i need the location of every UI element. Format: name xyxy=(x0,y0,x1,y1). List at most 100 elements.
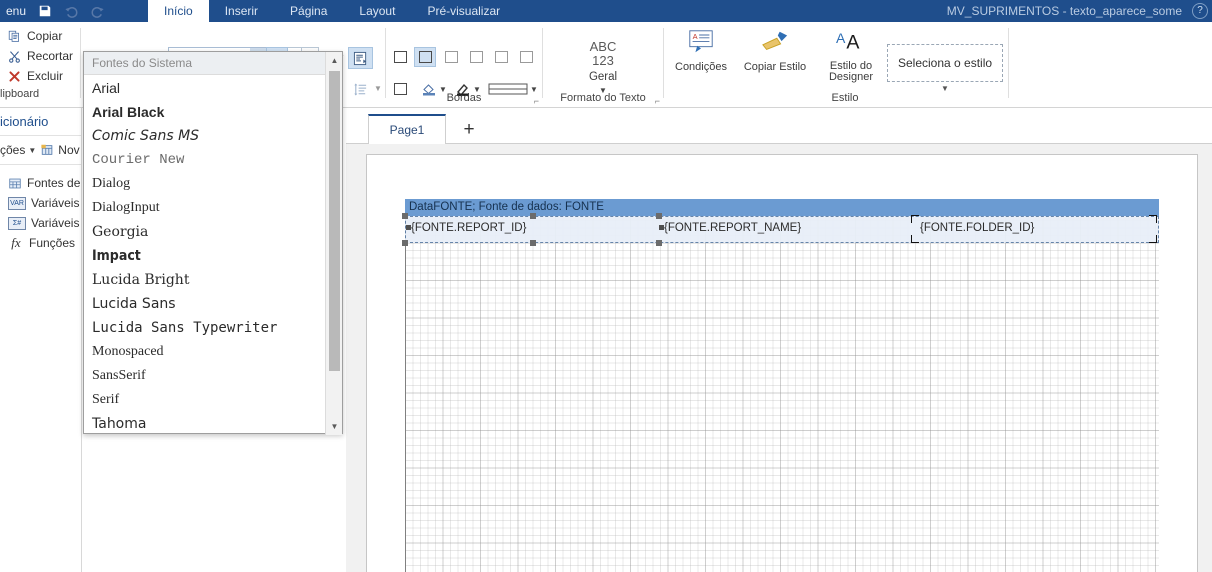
group-separator xyxy=(663,28,664,98)
selection-handle[interactable] xyxy=(402,240,408,246)
font-option[interactable]: Monospaced xyxy=(84,340,327,364)
selection-corner[interactable] xyxy=(911,215,919,223)
border-none-icon[interactable] xyxy=(515,47,537,67)
line-spacing-icon[interactable] xyxy=(348,78,373,100)
save-icon[interactable] xyxy=(32,0,58,22)
actions-dropdown-arrow[interactable]: ▼ xyxy=(28,146,36,155)
copy-icon xyxy=(6,28,22,44)
menu-button[interactable]: enu xyxy=(0,0,32,22)
font-option[interactable]: Lucida Sans xyxy=(84,292,327,316)
conditions-icon: A xyxy=(686,30,716,59)
chevron-down-icon[interactable]: ▼ xyxy=(326,418,343,435)
selection-handle[interactable] xyxy=(656,240,662,246)
format-name[interactable]: Geral xyxy=(544,70,662,84)
panel-item-label: Funções xyxy=(29,236,76,250)
font-option[interactable]: Courier New xyxy=(84,148,327,172)
font-option[interactable]: Georgia xyxy=(84,220,327,244)
add-page-button[interactable]: + xyxy=(458,118,480,140)
font-option[interactable]: Arial Black xyxy=(84,100,327,124)
text-field-report-id[interactable]: {FONTE.REPORT_ID} xyxy=(411,222,526,234)
report-page[interactable]: DataFONTE; Fonte de dados: FONTE {FONTE.… xyxy=(366,154,1198,572)
font-option[interactable]: Impact xyxy=(84,244,327,268)
font-option[interactable]: Comic Sans MS xyxy=(84,124,327,148)
ribbon-group-clipboard: Copiar Recortar Excluir lipboard xyxy=(0,22,80,108)
line-spacing-dropdown-arrow[interactable]: ▼ xyxy=(374,84,382,93)
font-dropdown-popup[interactable]: Fontes do Sistema Arial Arial Black Comic … xyxy=(83,51,343,435)
design-grid-coarse xyxy=(405,205,1159,572)
selection-handle[interactable] xyxy=(659,225,664,230)
chevron-up-icon[interactable]: ▲ xyxy=(326,52,343,69)
ribbon-group-style: A Condições Copiar Estilo AA Estilo do D… xyxy=(665,22,1010,108)
panel-item-funcoes[interactable]: fx Funções xyxy=(0,233,81,253)
font-option[interactable]: Dialog xyxy=(84,172,327,196)
group-separator xyxy=(542,28,543,98)
delete-button[interactable]: Excluir xyxy=(2,66,73,86)
ribbon-group-borders: ▼ ▼ ▼ Bordas ⌐ xyxy=(387,22,541,108)
selection-handle[interactable] xyxy=(402,213,408,219)
designer-style-button[interactable]: AA Estilo do Designer xyxy=(815,28,887,83)
tab-pagina[interactable]: Página xyxy=(274,0,343,22)
tab-pre-visualizar[interactable]: Pré-visualizar xyxy=(411,0,516,22)
conditions-button[interactable]: A Condições xyxy=(665,28,737,73)
ribbon-group-textformat: ABC 123 Geral ▼ Formato do Texto ⌐ xyxy=(544,22,662,108)
font-option[interactable]: SansSerif xyxy=(84,364,327,388)
style-group-label: Estilo xyxy=(831,92,859,104)
selection-corner[interactable] xyxy=(911,235,919,243)
redo-icon[interactable] xyxy=(84,0,110,22)
border-outline-icon[interactable] xyxy=(414,47,436,67)
font-option[interactable]: Lucida Sans Typewriter xyxy=(84,316,327,340)
panel-item-variaveis-de-sistema[interactable]: Σ# Variáveis de xyxy=(0,213,81,233)
designer-style-label: Estilo do Designer xyxy=(828,60,874,83)
tab-layout[interactable]: Layout xyxy=(343,0,411,22)
selection-handle[interactable] xyxy=(530,213,536,219)
help-icon[interactable]: ? xyxy=(1192,3,1208,19)
font-option[interactable]: Serif xyxy=(84,388,327,412)
panel-item-variaveis[interactable]: VAR Variáveis xyxy=(0,193,81,213)
panel-item-label: Variáveis de xyxy=(31,216,81,230)
new-item-label[interactable]: Nov xyxy=(58,143,79,157)
style-picker[interactable]: Seleciona o estilo xyxy=(887,44,1003,82)
panel-divider xyxy=(0,135,81,136)
font-option[interactable]: Lucida Bright xyxy=(84,268,327,292)
font-dropdown-list[interactable]: Arial Arial Black Comic Sans MS Courier New… xyxy=(84,76,327,434)
title-bar: enu Início Inserir Página Layout Pré-vis… xyxy=(0,0,1212,22)
text-wrap-icon[interactable] xyxy=(348,47,373,69)
selection-corner[interactable] xyxy=(1149,235,1157,243)
dictionary-panel: icionário ções ▼ Nov Fontes de D VAR Var… xyxy=(0,108,82,572)
border-middle-icon[interactable] xyxy=(465,47,487,67)
scrollbar-thumb[interactable] xyxy=(329,71,340,371)
border-top-icon[interactable] xyxy=(440,47,462,67)
text-field-folder-id[interactable]: {FONTE.FOLDER_ID} xyxy=(920,222,1034,234)
font-dropdown-scrollbar[interactable]: ▲ ▼ xyxy=(325,52,342,435)
cut-button[interactable]: Recortar xyxy=(2,46,73,66)
tab-inserir[interactable]: Inserir xyxy=(209,0,274,22)
undo-icon[interactable] xyxy=(58,0,84,22)
data-band[interactable]: DataFONTE; Fonte de dados: FONTE {FONTE.… xyxy=(402,199,1159,246)
clipboard-group-label: lipboard xyxy=(0,88,40,100)
text-field-report-name[interactable]: {FONTE.REPORT_NAME} xyxy=(664,222,801,234)
style-picker-dropdown-arrow[interactable]: ▼ xyxy=(887,84,1003,93)
copy-button[interactable]: Copiar xyxy=(2,26,73,46)
panel-item-fontes-de-dados[interactable]: Fontes de D xyxy=(0,173,81,193)
textformat-dialog-launcher[interactable]: ⌐ xyxy=(655,96,660,106)
group-separator xyxy=(1008,28,1009,98)
data-band-header[interactable]: DataFONTE; Fonte de dados: FONTE xyxy=(405,199,1159,216)
cut-label: Recortar xyxy=(27,49,74,63)
system-variable-icon: Σ# xyxy=(8,216,26,230)
borders-dialog-launcher[interactable]: ⌐ xyxy=(534,96,539,106)
font-option[interactable]: Arial xyxy=(84,76,327,100)
selection-handle[interactable] xyxy=(656,213,662,219)
selection-corner[interactable] xyxy=(1149,215,1157,223)
font-option[interactable]: DialogInput xyxy=(84,196,327,220)
selection-handle[interactable] xyxy=(406,225,411,230)
copy-style-button[interactable]: Copiar Estilo xyxy=(739,28,811,73)
selection-handle[interactable] xyxy=(530,240,536,246)
designer-style-icon: AA xyxy=(835,30,867,59)
font-option[interactable]: Tahoma xyxy=(84,412,327,436)
tab-inicio[interactable]: Início xyxy=(148,0,209,22)
new-item-icon[interactable] xyxy=(39,142,55,158)
border-all-icon[interactable] xyxy=(389,47,411,67)
page-tab-page1[interactable]: Page1 xyxy=(368,114,446,144)
actions-label[interactable]: ções xyxy=(0,143,25,157)
border-bottom-icon[interactable] xyxy=(490,47,512,67)
